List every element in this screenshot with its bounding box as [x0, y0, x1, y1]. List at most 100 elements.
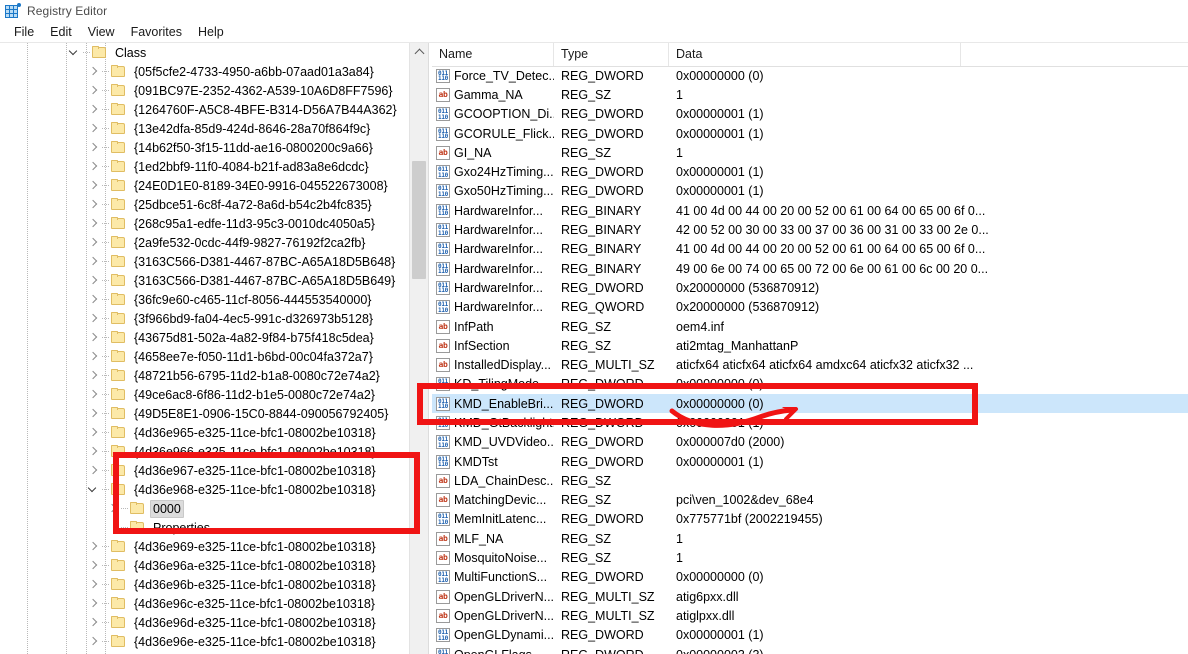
chevron-right-icon[interactable]	[86, 138, 102, 157]
chevron-right-icon[interactable]	[86, 366, 102, 385]
table-row[interactable]: 011 110 KMD_EnableBri... REG_DWORD 0x0000000…	[432, 394, 1188, 414]
chevron-right-icon[interactable]	[86, 385, 102, 404]
menu-item-edit[interactable]: Edit	[42, 23, 80, 41]
table-row[interactable]: 011 110 GCORULE_Flick... REG_DWORD 0x0000000…	[432, 124, 1188, 143]
chevron-right-icon[interactable]	[86, 271, 102, 290]
tree-node[interactable]: {268c95a1-edfe-11d3-95c3-0010dc4050a5}	[0, 214, 408, 233]
chevron-right-icon[interactable]	[86, 176, 102, 195]
table-row[interactable]: ab LDA_ChainDesc... REG_SZ	[432, 471, 1188, 490]
chevron-right-icon[interactable]	[86, 100, 102, 119]
tree-node[interactable]: {4d36e96c-e325-11ce-bfc1-08002be10318}	[0, 594, 408, 613]
menu-item-view[interactable]: View	[80, 23, 123, 41]
tree-node[interactable]: {05f5cfe2-4733-4950-a6bb-07aad01a3a84}	[0, 62, 408, 81]
table-row[interactable]: 011 110 Gxo50HzTiming... REG_DWORD 0x0000000…	[432, 182, 1188, 201]
table-row[interactable]: 011 110 OpenGLDynami... REG_DWORD 0x00000001…	[432, 626, 1188, 645]
tree-node[interactable]: {4d36e967-e325-11ce-bfc1-08002be10318}	[0, 461, 408, 480]
tree-node[interactable]: {4d36e969-e325-11ce-bfc1-08002be10318}	[0, 537, 408, 556]
tree-node[interactable]: {091BC97E-2352-4362-A539-10A6D8FF7596}	[0, 81, 408, 100]
column-header-name[interactable]: Name	[432, 43, 554, 66]
tree-node[interactable]: {43675d81-502a-4a82-9f84-b75f418c5dea}	[0, 328, 408, 347]
tree-node[interactable]: Properties	[0, 518, 408, 537]
chevron-right-icon[interactable]	[86, 62, 102, 81]
table-row[interactable]: 011 110 KMD_UVDVideo... REG_DWORD 0x000007d0…	[432, 433, 1188, 452]
table-row[interactable]: 011 110 HardwareInfor... REG_BINARY 41 00 4d…	[432, 240, 1188, 259]
table-row[interactable]: 011 110 HardwareInfor... REG_QWORD 0x2000000…	[432, 298, 1188, 317]
tree-node[interactable]: {4d36e96d-e325-11ce-bfc1-08002be10318}	[0, 613, 408, 632]
chevron-right-icon[interactable]	[86, 404, 102, 423]
column-header-type[interactable]: Type	[554, 43, 669, 66]
table-row[interactable]: ab InfSection REG_SZ ati2mtag_ManhattanP	[432, 336, 1188, 355]
chevron-right-icon[interactable]	[86, 309, 102, 328]
chevron-right-icon[interactable]	[86, 157, 102, 176]
scrollbar-thumb[interactable]	[412, 161, 426, 279]
tree-node[interactable]: {4d36e965-e325-11ce-bfc1-08002be10318}	[0, 423, 408, 442]
chevron-right-icon[interactable]	[86, 423, 102, 442]
chevron-right-icon[interactable]	[86, 632, 102, 651]
chevron-right-icon[interactable]	[86, 461, 102, 480]
chevron-right-icon[interactable]	[86, 613, 102, 632]
tree-node[interactable]: {49D5E8E1-0906-15C0-8844-090056792405}	[0, 404, 408, 423]
tree-node[interactable]: {4d36e96a-e325-11ce-bfc1-08002be10318}	[0, 556, 408, 575]
table-row[interactable]: 011 110 Gxo24HzTiming... REG_DWORD 0x0000000…	[432, 162, 1188, 181]
table-row[interactable]: ab MLF_NA REG_SZ 1	[432, 529, 1188, 548]
chevron-down-icon[interactable]	[86, 480, 102, 499]
tree-node[interactable]: {4d36e96b-e325-11ce-bfc1-08002be10318}	[0, 575, 408, 594]
tree-node[interactable]: {3163C566-D381-4467-87BC-A65A18D5B648}	[0, 252, 408, 271]
tree-node[interactable]: {4d36e96e-e325-11ce-bfc1-08002be10318}	[0, 632, 408, 651]
table-row[interactable]: ab OpenGLDriverN... REG_MULTI_SZ atiglpxx.d…	[432, 606, 1188, 625]
chevron-right-icon[interactable]	[86, 575, 102, 594]
table-row[interactable]: 011110 OpenGLFlags REG_DWORD0x00000003 (3)	[432, 645, 1188, 654]
tree-node[interactable]: {3163C566-D381-4467-87BC-A65A18D5B649}	[0, 271, 408, 290]
chevron-right-icon[interactable]	[86, 594, 102, 613]
tree-node[interactable]: {4658ee7e-f050-11d1-b6bd-00c04fa372a7}	[0, 347, 408, 366]
table-row[interactable]: 011 110 MultiFunctionS... REG_DWORD 0x000000…	[432, 568, 1188, 587]
chevron-right-icon[interactable]	[86, 556, 102, 575]
chevron-right-icon[interactable]	[86, 442, 102, 461]
chevron-right-icon[interactable]	[105, 499, 121, 518]
registry-tree-pane[interactable]: Class {05f5cfe2-4733-4950-a6bb-07aad01a3a…	[0, 43, 428, 654]
tree-node[interactable]: 0000	[0, 499, 408, 518]
tree-node[interactable]: {49ce6ac8-6f86-11d2-b1e5-0080c72e74a2}	[0, 385, 408, 404]
table-row[interactable]: 011 110 HardwareInfor... REG_BINARY 49 00 6e…	[432, 259, 1188, 278]
registry-value-rows[interactable]: 011 110 Force_TV_Detec... REG_DWORD 0x000000…	[432, 66, 1188, 654]
scroll-up-arrow-icon[interactable]	[410, 43, 428, 61]
menu-item-help[interactable]: Help	[190, 23, 232, 41]
registry-values-pane[interactable]: Name Type Data 011 110 Force_TV_Detec... RE…	[432, 43, 1188, 654]
table-row[interactable]: ab GI_NA REG_SZ 1	[432, 143, 1188, 162]
chevron-right-icon[interactable]	[86, 233, 102, 252]
tree-node[interactable]: {2a9fe532-0cdc-44f9-9827-76192f2ca2fb}	[0, 233, 408, 252]
chevron-down-icon[interactable]	[67, 43, 83, 62]
chevron-right-icon[interactable]	[86, 252, 102, 271]
chevron-right-icon[interactable]	[86, 290, 102, 309]
chevron-right-icon[interactable]	[86, 195, 102, 214]
tree-node[interactable]: {13e42dfa-85d9-424d-8646-28a70f864f9c}	[0, 119, 408, 138]
tree-node[interactable]: {3f966bd9-fa04-4ec5-991c-d326973b5128}	[0, 309, 408, 328]
chevron-right-icon[interactable]	[86, 214, 102, 233]
tree-node[interactable]: {36fc9e60-c465-11cf-8056-444553540000}	[0, 290, 408, 309]
table-row[interactable]: 011 110 KD_TilingMode REG_DWORD 0x00000000 (…	[432, 375, 1188, 394]
table-row[interactable]: ab InstalledDisplay... REG_MULTI_SZ aticfx6…	[432, 355, 1188, 374]
tree-node[interactable]: {1264760F-A5C8-4BFE-B314-D56A7B44A362}	[0, 100, 408, 119]
tree-node[interactable]: {24E0D1E0-8189-34E0-9916-045522673008}	[0, 176, 408, 195]
table-row[interactable]: ab OpenGLDriverN... REG_MULTI_SZ atig6pxx.d…	[432, 587, 1188, 606]
tree-node[interactable]: {1ed2bbf9-11f0-4084-b21f-ad83a8e6dcdc}	[0, 157, 408, 176]
table-row[interactable]: 011 110 KMDTst REG_DWORD 0x00000001 (1)	[432, 452, 1188, 471]
table-row[interactable]: ab Gamma_NA REG_SZ 1	[432, 85, 1188, 104]
chevron-right-icon[interactable]	[86, 119, 102, 138]
table-row[interactable]: 011 110 MemInitLatenc... REG_DWORD 0x775771b…	[432, 510, 1188, 529]
table-row[interactable]: ab InfPath REG_SZ oem4.inf	[432, 317, 1188, 336]
menu-item-favorites[interactable]: Favorites	[123, 23, 190, 41]
chevron-right-icon[interactable]	[86, 537, 102, 556]
chevron-right-icon[interactable]	[86, 81, 102, 100]
table-row[interactable]: 011 110 GCOOPTION_Di... REG_DWORD 0x00000001…	[432, 105, 1188, 124]
tree-node[interactable]: {4d36e968-e325-11ce-bfc1-08002be10318}	[0, 480, 408, 499]
table-row[interactable]: ab MosquitoNoise... REG_SZ 1	[432, 548, 1188, 567]
tree-node[interactable]: {25dbce51-6c8f-4a72-8a6d-b54c2b4fc835}	[0, 195, 408, 214]
menu-item-file[interactable]: File	[6, 23, 42, 41]
tree-node[interactable]: {48721b56-6795-11d2-b1a8-0080c72e74a2}	[0, 366, 408, 385]
tree-node[interactable]: {4d36e966-e325-11ce-bfc1-08002be10318}	[0, 442, 408, 461]
table-row[interactable]: 011 110 HardwareInfor... REG_BINARY 42 00 52…	[432, 220, 1188, 239]
chevron-right-icon[interactable]	[86, 347, 102, 366]
tree-node-root[interactable]: Class	[0, 43, 408, 62]
table-row[interactable]: ab MatchingDevic... REG_SZ pci\ven_1002&dev…	[432, 491, 1188, 510]
